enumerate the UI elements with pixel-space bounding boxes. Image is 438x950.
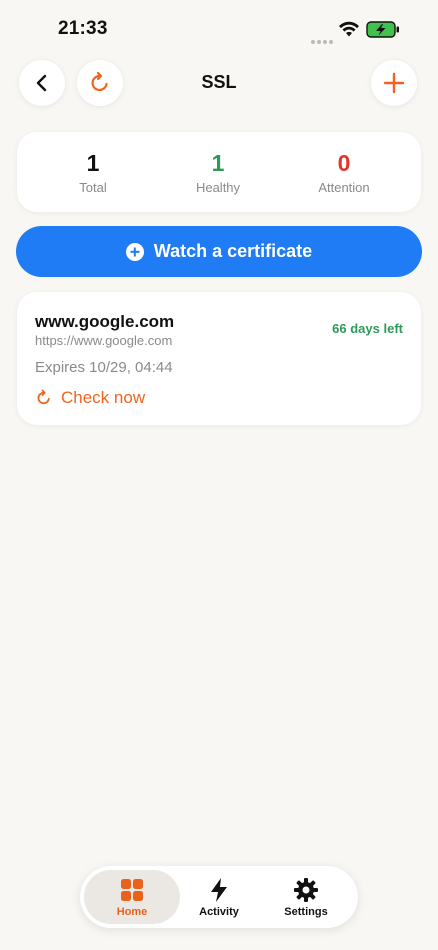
stat-attention-label: Attention [318, 180, 370, 195]
check-now-label: Check now [61, 388, 146, 407]
bolt-icon [211, 877, 227, 902]
stat-total: 1 Total [33, 150, 153, 195]
stat-attention: 0 Attention [284, 150, 404, 195]
stat-attention-value: 0 [337, 150, 351, 176]
status-bar: 21:33 [0, 0, 438, 56]
certificate-expiry: Expires 10/29, 04:44 [35, 359, 173, 376]
tab-home-label: Home [116, 905, 148, 918]
stat-healthy-value: 1 [211, 150, 225, 176]
grid-icon [121, 878, 143, 901]
cellular-signal-icon [311, 31, 335, 44]
watch-certificate-button[interactable]: Watch a certificate [16, 226, 422, 277]
gear-icon [294, 877, 318, 902]
tab-activity-label: Activity [199, 905, 239, 918]
certificate-card[interactable]: www.google.com https://www.google.com 66… [17, 292, 421, 425]
check-now-button[interactable]: Check now [35, 388, 145, 408]
battery-charging-icon [366, 21, 399, 38]
plus-circle-icon [125, 242, 144, 261]
tab-home[interactable]: Home [84, 870, 180, 924]
wifi-icon [339, 21, 359, 37]
certificate-url: https://www.google.com [35, 333, 173, 348]
days-left-badge: 66 days left [332, 321, 403, 336]
stat-total-label: Total [79, 180, 107, 195]
tab-settings-label: Settings [284, 905, 328, 918]
add-button[interactable] [371, 60, 417, 106]
watch-certificate-label: Watch a certificate [153, 241, 313, 261]
plus-icon [383, 72, 405, 94]
certificate-domain: www.google.com [35, 312, 175, 331]
tab-bar: Home Activity Settings [80, 866, 358, 928]
tab-activity[interactable]: Activity [171, 870, 267, 924]
status-time: 21:33 [58, 18, 108, 39]
stat-total-value: 1 [86, 150, 100, 176]
stats-card: 1 Total 1 Healthy 0 Attention [17, 132, 421, 212]
stat-healthy-label: Healthy [195, 180, 241, 195]
stat-healthy: 1 Healthy [158, 150, 278, 195]
tab-settings[interactable]: Settings [258, 870, 354, 924]
refresh-icon [37, 389, 50, 405]
